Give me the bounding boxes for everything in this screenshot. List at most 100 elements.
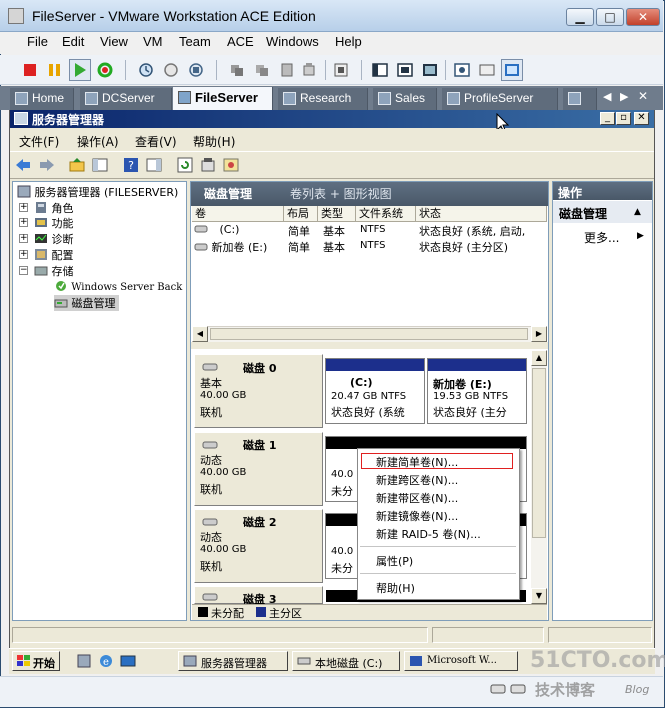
show-desktop-icon[interactable]	[120, 654, 136, 668]
volume-row[interactable]: (C:)	[194, 223, 239, 236]
cdrom-status-icon[interactable]	[510, 683, 526, 695]
start-button[interactable]: 开始	[12, 651, 60, 671]
expand-diagnostics-button[interactable]: +	[19, 234, 28, 243]
tree-item-diagnostics[interactable]: 诊断	[34, 231, 74, 247]
expand-roles-button[interactable]: +	[19, 203, 28, 212]
collapse-storage-button[interactable]: −	[19, 266, 28, 275]
internet-explorer-icon[interactable]: e	[98, 654, 114, 668]
scroll-down-icon[interactable]: ▼	[531, 588, 547, 604]
show-hide-tree-icon[interactable]	[90, 156, 110, 174]
scroll-left-icon[interactable]: ◀	[192, 326, 208, 342]
summary-view-icon[interactable]	[451, 59, 473, 81]
menu-ace[interactable]: ACE	[227, 34, 254, 49]
sm-minimize-button[interactable]: _	[600, 112, 615, 125]
tree-item-configuration[interactable]: 配置	[34, 247, 74, 263]
help-icon[interactable]: ?	[121, 156, 141, 174]
power-on-icon[interactable]	[69, 59, 91, 81]
collapse-section-icon[interactable]: ▲	[634, 207, 641, 217]
menu-view[interactable]: View	[100, 34, 128, 49]
console-view-icon[interactable]	[501, 59, 523, 81]
expand-features-button[interactable]: +	[19, 218, 28, 227]
sm-menu-action[interactable]: 操作(A)	[77, 133, 119, 150]
power-off-icon[interactable]	[19, 59, 41, 81]
volume-row[interactable]: 新加卷 (E:)	[194, 239, 267, 255]
snapshot-manager-icon[interactable]	[185, 59, 207, 81]
quick-switch-icon[interactable]	[394, 59, 416, 81]
ace-icon[interactable]	[298, 59, 320, 81]
scroll-thumb[interactable]	[210, 328, 528, 340]
team-icon[interactable]	[226, 59, 248, 81]
suspend-icon[interactable]	[44, 59, 66, 81]
team-settings-icon[interactable]	[251, 59, 273, 81]
task-local-disk[interactable]: 本地磁盘 (C:)	[292, 651, 400, 671]
tab-sales[interactable]: Sales	[373, 88, 437, 110]
column-header-filesystem[interactable]: 文件系统	[356, 206, 416, 222]
sm-restore-button[interactable]: ▫	[616, 112, 631, 125]
up-folder-icon[interactable]	[67, 156, 87, 174]
reset-icon[interactable]	[94, 59, 116, 81]
tab-scroll-left-icon[interactable]: ◀	[603, 90, 611, 103]
column-header-volume[interactable]: 卷	[192, 206, 284, 222]
menu-vm[interactable]: VM	[143, 34, 163, 49]
sidebar-view-icon[interactable]	[369, 59, 391, 81]
properties-icon[interactable]	[198, 156, 218, 174]
minimize-button[interactable]: ▁	[566, 8, 594, 26]
column-header-type[interactable]: 类型	[318, 206, 356, 222]
disk-tool-icon[interactable]	[221, 156, 241, 174]
appliance-view-icon[interactable]	[476, 59, 498, 81]
refresh-icon[interactable]	[175, 156, 195, 174]
tree-item-features[interactable]: 功能	[34, 215, 74, 231]
scroll-right-icon[interactable]: ▶	[531, 326, 547, 342]
actions-more-link[interactable]: 更多...	[584, 229, 619, 246]
tab-more[interactable]	[563, 88, 597, 110]
menu-file[interactable]: File	[27, 34, 48, 49]
tab-home[interactable]: Home	[10, 88, 74, 110]
tab-scroll-right-icon[interactable]: ▶	[620, 90, 628, 103]
close-button[interactable]: ✕	[626, 8, 660, 26]
menu-item-help[interactable]: 帮助(H)	[376, 580, 415, 596]
tree-item-windows-server-backup[interactable]: Windows Server Back	[54, 279, 182, 293]
tree-root[interactable]: 服务器管理器 (FILESERVER)	[17, 184, 178, 200]
scroll-thumb[interactable]	[532, 368, 546, 538]
hard-disk-status-icon[interactable]	[490, 683, 506, 695]
revert-snapshot-icon[interactable]	[160, 59, 182, 81]
pane-splitter[interactable]	[191, 342, 548, 349]
sm-close-button[interactable]: ✕	[634, 112, 649, 125]
menu-item-new-raid5-volume[interactable]: 新建 RAID-5 卷(N)...	[376, 526, 481, 542]
snapshot-icon[interactable]	[135, 59, 157, 81]
clone-icon[interactable]	[276, 59, 298, 81]
sm-menu-help[interactable]: 帮助(H)	[193, 133, 235, 150]
menu-item-new-mirrored-volume[interactable]: 新建镜像卷(N)...	[376, 508, 458, 524]
tree-item-roles[interactable]: 角色	[34, 200, 74, 216]
screenshot-icon[interactable]	[330, 59, 352, 81]
tab-fileserver[interactable]: FileServer	[173, 87, 273, 110]
tab-research[interactable]: Research	[278, 88, 368, 110]
menu-item-new-simple-volume[interactable]: 新建简单卷(N)...	[376, 454, 458, 470]
expand-configuration-button[interactable]: +	[19, 250, 28, 259]
full-screen-icon[interactable]	[419, 59, 441, 81]
forward-icon[interactable]	[37, 156, 57, 174]
menu-team[interactable]: Team	[179, 34, 211, 49]
sm-menu-view[interactable]: 查看(V)	[135, 133, 177, 150]
task-microsoft-word[interactable]: Microsoft W...	[404, 651, 518, 671]
maximize-button[interactable]: □	[596, 8, 624, 26]
task-server-manager[interactable]: 服务器管理器	[178, 651, 288, 671]
tree-item-disk-management[interactable]: 磁盘管理	[54, 295, 119, 311]
scroll-up-icon[interactable]: ▲	[531, 350, 547, 366]
column-header-status[interactable]: 状态	[416, 206, 547, 222]
sm-menu-file[interactable]: 文件(F)	[19, 133, 59, 150]
back-icon[interactable]	[13, 156, 33, 174]
tab-dcserver[interactable]: DCServer	[80, 88, 172, 110]
menu-edit[interactable]: Edit	[62, 34, 84, 49]
menu-item-new-spanned-volume[interactable]: 新建跨区卷(N)...	[376, 472, 458, 488]
menu-windows[interactable]: Windows	[266, 34, 319, 49]
show-hide-action-pane-icon[interactable]	[144, 156, 164, 174]
tree-item-storage[interactable]: 存储	[34, 263, 74, 279]
tab-close-icon[interactable]: ✕	[638, 89, 648, 103]
menu-item-properties[interactable]: 属性(P)	[376, 553, 413, 569]
menu-item-new-striped-volume[interactable]: 新建带区卷(N)...	[376, 490, 458, 506]
menu-help[interactable]: Help	[335, 34, 362, 49]
column-header-layout[interactable]: 布局	[284, 206, 318, 222]
tab-profileserver[interactable]: ProfileServer	[442, 88, 558, 110]
server-manager-quicklaunch-icon[interactable]	[76, 654, 92, 668]
